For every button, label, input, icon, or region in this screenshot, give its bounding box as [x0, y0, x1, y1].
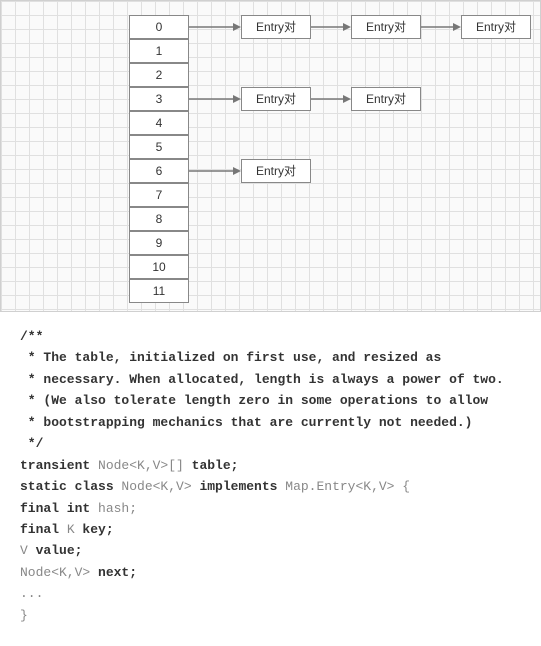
bucket-11: 11: [129, 279, 189, 303]
code-text: Node<K,V>: [20, 565, 98, 580]
code-text: * necessary. When allocated, length is a…: [20, 372, 504, 387]
code-text: V: [20, 543, 36, 558]
code-text: * (We also tolerate length zero in some …: [20, 393, 488, 408]
bucket-8: 8: [129, 207, 189, 231]
arrow-icon: [189, 91, 241, 107]
bucket-3: 3: [129, 87, 189, 111]
arrow-icon: [189, 163, 241, 179]
arrow-icon: [311, 91, 351, 107]
code-text: Map.Entry<K,V> {: [277, 479, 410, 494]
code-text: static class: [20, 479, 114, 494]
bucket-1: 1: [129, 39, 189, 63]
code-text: hash;: [90, 501, 137, 516]
bucket-6: 6: [129, 159, 189, 183]
arrow-icon: [421, 19, 461, 35]
code-text: /**: [20, 329, 43, 344]
code-block: /** * The table, initialized on first us…: [0, 312, 541, 646]
entry-node: Entry对: [241, 159, 311, 183]
bucket-4: 4: [129, 111, 189, 135]
entry-node: Entry对: [351, 87, 421, 111]
bucket-5: 5: [129, 135, 189, 159]
code-text: K: [59, 522, 82, 537]
code-text: implements: [199, 479, 277, 494]
bucket-2: 2: [129, 63, 189, 87]
entry-node: Entry对: [351, 15, 421, 39]
code-text: * bootstrapping mechanics that are curre…: [20, 415, 472, 430]
bucket-9: 9: [129, 231, 189, 255]
bucket-7: 7: [129, 183, 189, 207]
code-text: ...: [20, 586, 43, 601]
entry-node: Entry对: [241, 87, 311, 111]
entry-node: Entry对: [241, 15, 311, 39]
code-text: Node<K,V>[]: [90, 458, 191, 473]
code-text: */: [20, 436, 43, 451]
hashtable-diagram: 0 1 2 3 4 5 6 7 8 9 10 11 Entry对 Entry对 …: [0, 0, 541, 312]
code-text: key;: [82, 522, 113, 537]
code-text: table;: [192, 458, 239, 473]
code-text: next;: [98, 565, 137, 580]
entry-node: Entry对: [461, 15, 531, 39]
code-text: final: [20, 522, 59, 537]
code-text: final int: [20, 501, 90, 516]
code-text: transient: [20, 458, 90, 473]
code-text: * The table, initialized on first use, a…: [20, 350, 441, 365]
bucket-0: 0: [129, 15, 189, 39]
bucket-10: 10: [129, 255, 189, 279]
code-text: Node<K,V>: [114, 479, 200, 494]
arrow-icon: [311, 19, 351, 35]
code-text: }: [20, 608, 28, 623]
arrow-icon: [189, 19, 241, 35]
code-text: value;: [36, 543, 83, 558]
